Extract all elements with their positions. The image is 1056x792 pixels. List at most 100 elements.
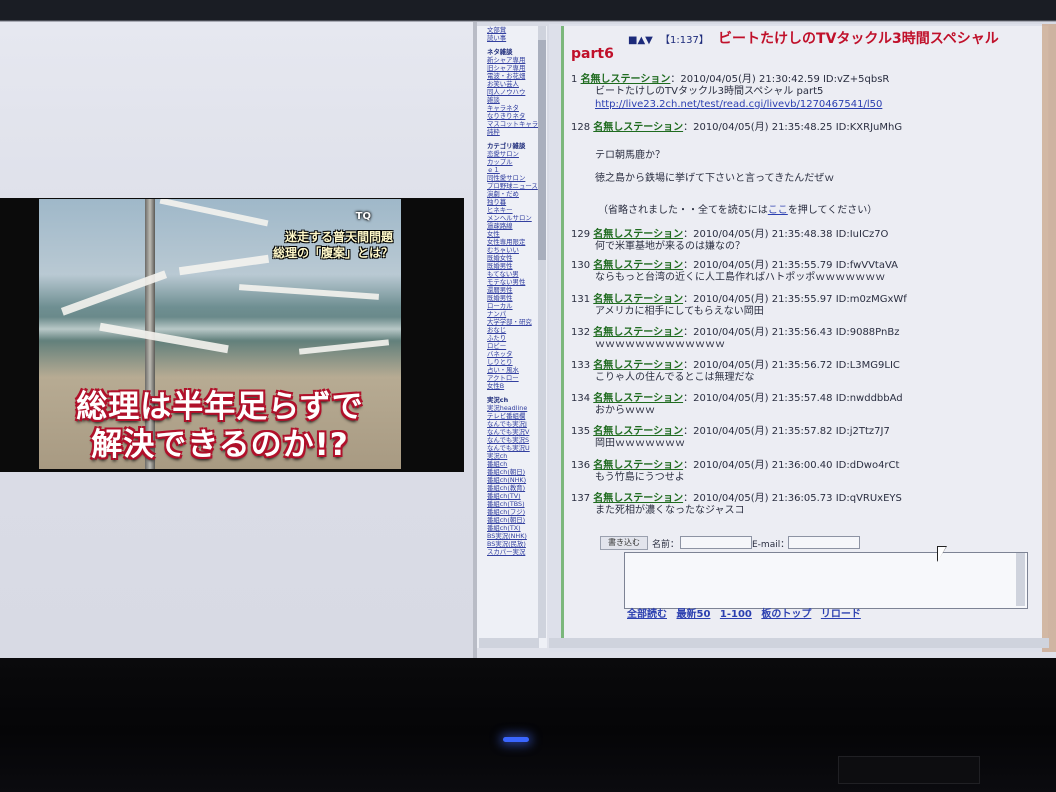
post-number[interactable]: 136 — [571, 460, 590, 471]
menu-link[interactable]: しりとり — [487, 358, 539, 366]
menu-link[interactable]: 文部賞 — [487, 26, 539, 34]
menu-link[interactable]: 同人ノウハウ — [487, 88, 539, 96]
video-frame[interactable]: TQ 迷走する普天間問題 総理の「腹案」とは？ 総理は半年足らずで 解決できるの… — [0, 198, 464, 472]
menu-link[interactable]: 既婚男性 — [487, 294, 539, 302]
menu-link[interactable]: 既婚男性 — [487, 262, 539, 270]
post-number[interactable]: 131 — [571, 294, 590, 305]
menu-link[interactable]: もてない男 — [487, 270, 539, 278]
email-input[interactable] — [788, 536, 860, 549]
menu-link[interactable]: BS実況(民放) — [487, 540, 539, 548]
menu-link[interactable]: 番組ch(NHK) — [487, 476, 539, 484]
reload-button[interactable]: リロード — [821, 609, 861, 620]
menu-horizontal-scrollbar[interactable] — [479, 638, 539, 648]
menu-link[interactable]: アクトロー — [487, 374, 539, 382]
menu-link[interactable]: むちゃいい — [487, 246, 539, 254]
menu-link[interactable]: メンヘルサロン — [487, 214, 539, 222]
menu-link[interactable]: お笑い芸人 — [487, 80, 539, 88]
menu-link[interactable]: ｅ１ — [487, 166, 539, 174]
write-button[interactable]: 書き込む — [600, 536, 648, 550]
menu-link[interactable]: 雑談 — [487, 96, 539, 104]
poster-name[interactable]: 名無しステーション — [593, 327, 683, 338]
menu-link[interactable]: 大学学部・研究 — [487, 318, 539, 326]
menu-link[interactable]: 番組ch(フジ) — [487, 508, 539, 516]
poster-name[interactable]: 名無しステーション — [593, 393, 683, 404]
post-number[interactable]: 128 — [571, 122, 590, 133]
menu-link[interactable]: 新シャア専用 — [487, 56, 539, 64]
menu-link[interactable]: バネッタ — [487, 350, 539, 358]
poster-name[interactable]: 名無しステーション — [581, 74, 671, 85]
menu-link[interactable]: スカパー実況 — [487, 548, 539, 556]
menu-link[interactable]: なりきりネタ — [487, 112, 539, 120]
menu-scrollbar-thumb[interactable] — [538, 40, 546, 260]
range-button[interactable]: 1-100 — [720, 609, 752, 620]
message-scrollbar[interactable] — [1016, 553, 1025, 606]
board-top-button[interactable]: 板のトップ — [761, 609, 811, 620]
menu-link[interactable]: 純粋 — [487, 128, 539, 136]
post-number[interactable]: 132 — [571, 327, 590, 338]
message-textarea[interactable] — [624, 552, 1028, 609]
poster-name[interactable]: 名無しステーション — [593, 360, 683, 371]
menu-link[interactable]: 番組ch(教育) — [487, 484, 539, 492]
menu-link[interactable]: 還暦男性 — [487, 286, 539, 294]
menu-link[interactable]: 実況ch — [487, 452, 539, 460]
menu-link[interactable]: モテない男性 — [487, 278, 539, 286]
poster-name[interactable]: 名無しステーション — [593, 294, 683, 305]
menu-link[interactable]: 旧シャア専用 — [487, 64, 539, 72]
post-number[interactable]: 135 — [571, 426, 590, 437]
menu-link[interactable]: BS実況(NHK) — [487, 532, 539, 540]
menu-link[interactable]: 独り暮 — [487, 198, 539, 206]
menu-link[interactable]: 番組ch(TV) — [487, 492, 539, 500]
menu-link[interactable]: 女性専用限定 — [487, 238, 539, 246]
thread-horizontal-scrollbar[interactable] — [549, 638, 1049, 648]
post-number[interactable]: 137 — [571, 493, 590, 504]
thread-nav-arrows[interactable]: ■▲▼ — [628, 35, 653, 46]
menu-link[interactable]: 電波・お花畑 — [487, 72, 539, 80]
menu-link[interactable]: 女性B — [487, 382, 539, 390]
menu-link[interactable]: 番組ch(朝日) — [487, 468, 539, 476]
post-link[interactable]: http://live23.2ch.net/test/read.cgi/live… — [571, 98, 1041, 111]
poster-name[interactable]: 名無しステーション — [593, 493, 683, 504]
menu-link[interactable]: 実況headline — [487, 404, 539, 412]
post-number[interactable]: 134 — [571, 393, 590, 404]
menu-link[interactable]: ナンパ — [487, 310, 539, 318]
menu-link[interactable]: ふたり — [487, 334, 539, 342]
menu-link[interactable]: なんでも実況S — [487, 436, 539, 444]
menu-link[interactable]: 読い事 — [487, 34, 539, 42]
post-number[interactable]: 129 — [571, 229, 590, 240]
read-all-link[interactable]: ここ — [768, 205, 788, 216]
menu-link[interactable]: カップル — [487, 158, 539, 166]
menu-link[interactable]: 既婚女性 — [487, 254, 539, 262]
post-number[interactable]: 133 — [571, 360, 590, 371]
menu-link[interactable]: おなじ — [487, 326, 539, 334]
menu-link[interactable]: 過疎路線 — [487, 222, 539, 230]
menu-link[interactable]: 番組ch(TX) — [487, 524, 539, 532]
read-all-button[interactable]: 全部読む — [627, 609, 667, 620]
menu-link[interactable]: なんでも実況J — [487, 420, 539, 428]
name-input[interactable] — [680, 536, 752, 549]
menu-link[interactable]: ロビー — [487, 342, 539, 350]
menu-link[interactable]: テレビ番組欄 — [487, 412, 539, 420]
menu-link[interactable]: 番組ch(TBS) — [487, 500, 539, 508]
menu-link[interactable]: マスコットキャラ — [487, 120, 539, 128]
menu-link[interactable]: キャラネタ — [487, 104, 539, 112]
menu-link[interactable]: 女性 — [487, 230, 539, 238]
poster-name[interactable]: 名無しステーション — [593, 122, 683, 133]
poster-name[interactable]: 名無しステーション — [593, 260, 683, 271]
latest50-button[interactable]: 最新50 — [676, 609, 710, 620]
menu-link[interactable]: プロ野球ニュース — [487, 182, 539, 190]
menu-link[interactable]: 番組ch — [487, 460, 539, 468]
menu-link[interactable]: ヒネキー — [487, 206, 539, 214]
menu-link[interactable]: なんでも実況U — [487, 444, 539, 452]
post-number[interactable]: 130 — [571, 260, 590, 271]
menu-link[interactable]: 同性愛サロン — [487, 174, 539, 182]
menu-link[interactable]: 番組ch(朝日) — [487, 516, 539, 524]
menu-link[interactable]: なんでも実況V — [487, 428, 539, 436]
menu-link[interactable]: ローカル — [487, 302, 539, 310]
poster-name[interactable]: 名無しステーション — [593, 426, 683, 437]
poster-name[interactable]: 名無しステーション — [593, 460, 683, 471]
menu-link[interactable]: 占い・風水 — [487, 366, 539, 374]
poster-name[interactable]: 名無しステーション — [593, 229, 683, 240]
post-number[interactable]: 1 — [571, 74, 577, 85]
menu-link[interactable]: 恋愛サロン — [487, 150, 539, 158]
menu-link[interactable]: 演劇・だめ — [487, 190, 539, 198]
